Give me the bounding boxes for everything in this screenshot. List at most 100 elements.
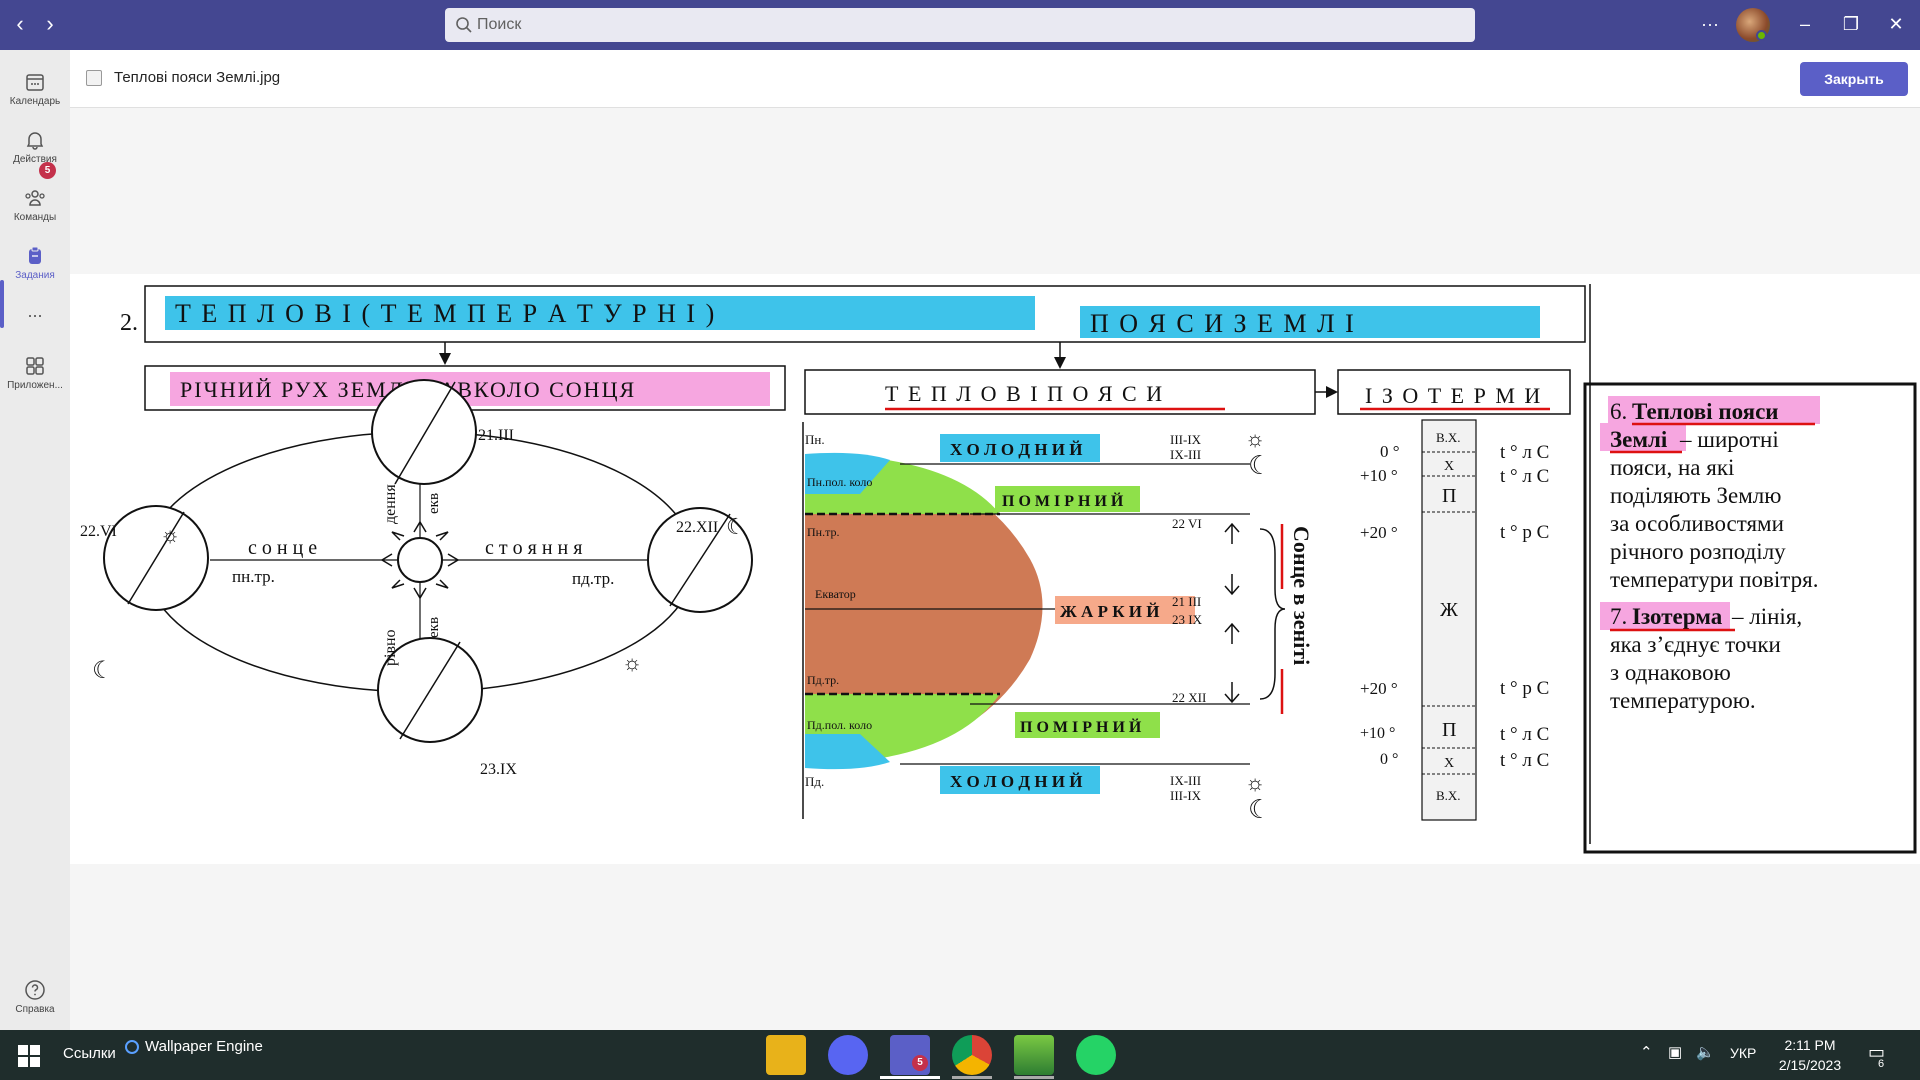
app-rail: Календарь Действия 5 Команды Задания ...… [0, 50, 70, 1030]
minimize-button[interactable]: – [1790, 12, 1820, 38]
label-ekv-top: екв [426, 493, 442, 514]
iso-val-4: +20 ° [1360, 679, 1398, 698]
notification-count: 6 [1878, 1058, 1885, 1070]
discord-icon[interactable] [828, 1035, 868, 1075]
date-23-ix: 23 IX [1172, 612, 1203, 627]
zone-temperate-south: П О М І Р Н И Й [1020, 717, 1142, 736]
tray-chevron-icon[interactable]: ⌃ [1640, 1043, 1653, 1061]
chrome-icon[interactable] [952, 1035, 992, 1075]
rail-item-more[interactable]: ... [0, 295, 70, 325]
volume-icon[interactable]: 🔈 [1696, 1043, 1715, 1061]
section-number: 2. [120, 310, 138, 336]
iso-temp-4: t ° р С [1500, 678, 1549, 699]
taskbar: Ссылки Wallpaper Engine 5 ⌃ ▣ 🔈 УКР 2:11… [0, 1030, 1920, 1080]
file-explorer-icon[interactable] [766, 1035, 806, 1075]
rail-item-calendar[interactable]: Календарь [0, 60, 70, 118]
col-h-bottom: Х [1444, 756, 1454, 771]
zone-cold-south: Х О Л О Д Н И Й [950, 772, 1083, 791]
file-header: Теплові пояси Землі.jpg Закрыть [70, 50, 1920, 108]
whatsapp-icon[interactable] [1076, 1035, 1116, 1075]
more-options-icon[interactable]: ··· [1695, 12, 1725, 38]
image-content: 2. Т Е П Л О В І ( Т Е М П Е Р А Т У Р Н… [70, 274, 1920, 864]
sun-icon-left: ☼ [160, 522, 180, 547]
bell-icon [26, 132, 44, 150]
moon-icon-right: ☾ [726, 514, 746, 539]
main-title-a: Т Е П Л О В І ( Т Е М П Е Р А Т У Р Н І … [175, 299, 716, 328]
geography-diagram: 2. Т Е П Л О В І ( Т Е М П Е Р А Т У Р Н… [80, 284, 1917, 854]
zone-temperate-north: П О М І Р Н И Й [1002, 491, 1124, 510]
iso-temp-2: t ° л С [1500, 466, 1549, 487]
file-name: Теплові пояси Землі.jpg [114, 69, 281, 86]
rail-label: Календарь [9, 96, 61, 107]
def6-line-2: поділяють Землю [1610, 483, 1781, 508]
rail-item-help[interactable]: Справка [0, 968, 70, 1026]
dates-bottom-2: III-IX [1170, 788, 1202, 803]
label-pn: Пн. [805, 432, 825, 447]
date-21-iii: 21 III [1172, 594, 1201, 609]
iso-temp-5: t ° л С [1500, 724, 1549, 745]
restore-button[interactable]: ❐ [1836, 12, 1866, 38]
links-toolbar[interactable]: Ссылки [63, 1045, 116, 1062]
mid-box-title: Т Е П Л О В І П О Я С И [885, 381, 1164, 406]
wallpaper-engine-link[interactable]: Wallpaper Engine [145, 1038, 263, 1055]
rail-item-apps[interactable]: Приложен... [0, 344, 70, 402]
apps-icon [26, 357, 44, 375]
clock[interactable]: 2:11 PM 2/15/2023 [1765, 1035, 1855, 1075]
iso-val-1: 0 ° [1380, 442, 1400, 461]
clock-date: 2/15/2023 [1778, 1057, 1842, 1073]
label-pd-pol: Пд.пол. коло [807, 718, 872, 732]
presence-status-icon [1756, 30, 1767, 41]
rail-label: Команды [13, 212, 57, 223]
date-bottom: 23.IX [480, 761, 517, 778]
close-window-button[interactable]: ✕ [1881, 12, 1911, 38]
zone-hot: Ж А Р К И Й [1060, 602, 1160, 621]
rail-item-teams[interactable]: Команды [0, 176, 70, 234]
label-pd-tr-zone: Пд.тр. [807, 673, 839, 687]
rail-label: Справка [15, 1004, 55, 1015]
search-box[interactable]: Поиск [445, 8, 1475, 42]
label-pd-tr: пд.тр. [572, 569, 614, 588]
label-dennya: дення [382, 484, 399, 524]
def7-line-1: яка з’єднує точки [1610, 632, 1781, 657]
right-box-title: І З О Т Е Р М И [1365, 383, 1542, 408]
rail-label: Действия [13, 154, 57, 165]
col-vh-top: В.Х. [1436, 430, 1461, 445]
windows-start-icon[interactable] [18, 1045, 40, 1067]
wallpaper-engine-icon [125, 1040, 139, 1054]
def7-term: Ізотерма [1632, 604, 1723, 629]
rail-item-activity[interactable]: Действия [0, 118, 70, 176]
moon-icon-zones-bottom: ☾ [1248, 795, 1271, 824]
help-icon [25, 980, 45, 1000]
language-indicator[interactable]: УКР [1730, 1045, 1756, 1061]
sun-center [397, 537, 443, 583]
chrome-indicator [952, 1076, 992, 1079]
col-p-bottom: П [1442, 719, 1456, 741]
label-rivno: рівно [382, 629, 399, 666]
close-button[interactable]: Закрыть [1800, 62, 1908, 96]
date-left: 22.VI [80, 523, 117, 540]
rail-item-assignments[interactable]: Задания [0, 234, 70, 292]
back-arrow-icon[interactable]: ‹ [8, 13, 32, 37]
sun-icon-right: ☼ [622, 650, 642, 675]
def6-term-b: Землі [1610, 427, 1668, 452]
label-pd: Пд. [805, 774, 824, 789]
def6-line-3: за особливостями [1610, 511, 1784, 536]
forward-arrow-icon[interactable]: › [38, 13, 62, 37]
main-title-b: П О Я С И З Е М Л І [1090, 309, 1356, 338]
def6-line-0: – широтні [1679, 427, 1779, 452]
date-right: 22.XII [676, 519, 718, 536]
def6-term-a: Теплові пояси [1632, 399, 1779, 424]
def7-line-0: – лінія, [1731, 604, 1802, 629]
date-22-vi: 22 VI [1172, 516, 1202, 531]
def7-number: 7. [1610, 604, 1627, 629]
dates-bottom-1: IX-III [1170, 773, 1201, 788]
search-icon [456, 17, 472, 33]
bluestacks-icon[interactable] [1014, 1035, 1054, 1075]
bluestacks-indicator [1014, 1076, 1054, 1079]
def6-line-5: температури повітря. [1610, 567, 1818, 592]
tray-device-icon[interactable]: ▣ [1668, 1043, 1682, 1061]
iso-val-2: +10 ° [1360, 466, 1398, 485]
def7-line-3: температурою. [1610, 688, 1756, 713]
earth-top [371, 379, 477, 485]
clock-time: 2:11 PM [1784, 1037, 1836, 1053]
